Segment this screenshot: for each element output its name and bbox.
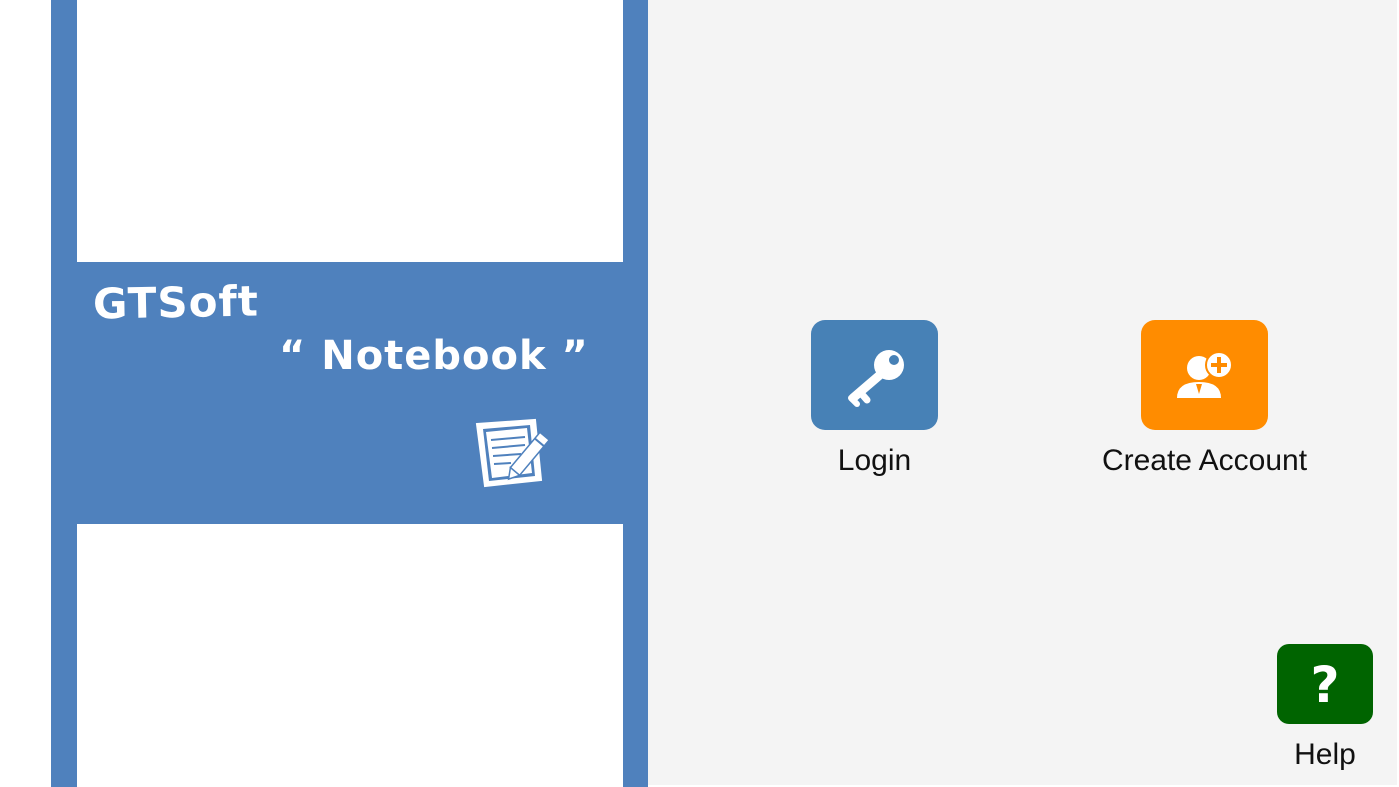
key-icon	[848, 350, 904, 407]
app-root: GTSoft “ Notebook ” Login Create Account…	[0, 0, 1399, 787]
help-label[interactable]: Help	[1265, 738, 1385, 772]
action-panel: Login Create Account ? Help	[648, 0, 1397, 785]
brand-panel-bottom-area	[77, 524, 623, 787]
notebook-edit-icon	[475, 414, 565, 490]
question-mark-icon: ?	[1310, 656, 1339, 714]
login-label[interactable]: Login	[811, 444, 938, 478]
brand-product-name: “ Notebook ”	[279, 333, 589, 379]
create-account-button[interactable]	[1141, 320, 1268, 430]
help-glyph: ?	[1310, 656, 1339, 714]
brand-panel: GTSoft “ Notebook ”	[51, 0, 648, 787]
brand-panel-top-area	[77, 0, 623, 262]
login-button[interactable]	[811, 320, 938, 430]
help-button[interactable]: ?	[1277, 644, 1373, 724]
brand-company-name: GTSoft	[92, 276, 260, 329]
create-account-label[interactable]: Create Account	[1068, 444, 1341, 478]
add-user-icon	[1177, 351, 1233, 398]
